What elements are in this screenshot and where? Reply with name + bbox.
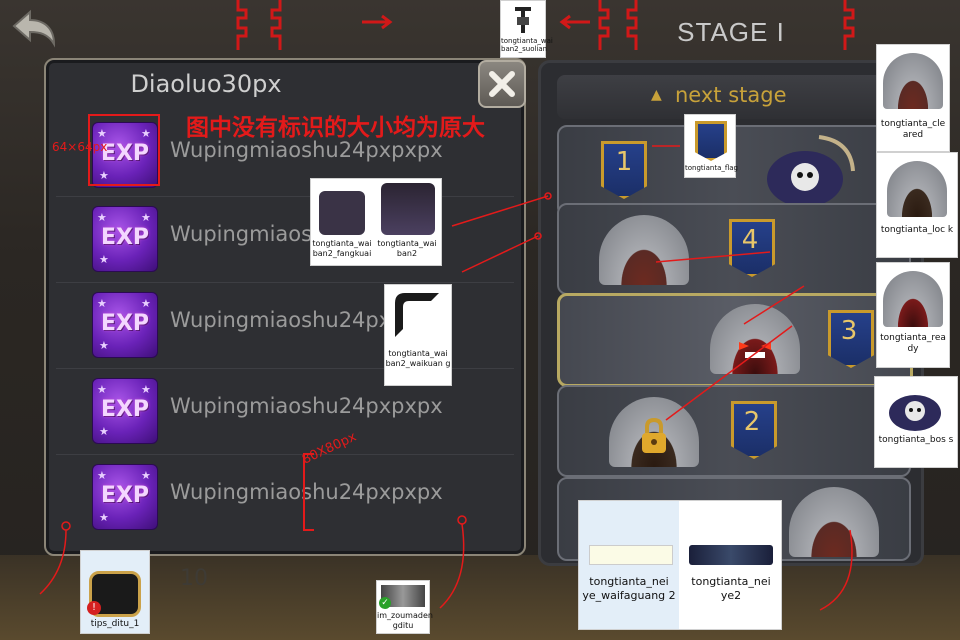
star-icon: ★ bbox=[99, 339, 109, 352]
exp-item-icon[interactable]: ★ ★ ★ EXP bbox=[92, 464, 158, 530]
exp-item-icon[interactable]: ★ ★ ★ EXP bbox=[92, 206, 158, 272]
asset-thumb-tips: ! tips_ditu_1 bbox=[80, 550, 150, 634]
chain-lock-icon bbox=[515, 7, 531, 33]
asset-label-waiban2: tongtianta_wai ban2 bbox=[377, 239, 437, 258]
asset-label-boss: tongtianta_bos s bbox=[878, 435, 954, 445]
stage-title: STAGE I bbox=[677, 17, 785, 47]
gate-cleared-icon bbox=[883, 53, 943, 109]
asset-label-flag: tongtianta_flag bbox=[685, 164, 738, 172]
annotation-note: 图中没有标识的大小均为原大 bbox=[186, 115, 485, 141]
next-stage-button[interactable]: ▲ next stage bbox=[557, 75, 897, 119]
exp-label: EXP bbox=[100, 311, 150, 336]
neiye2-swatch bbox=[689, 545, 773, 565]
star-icon: ★ bbox=[141, 211, 151, 224]
close-icon bbox=[489, 71, 515, 97]
asset-label-cleared: tongtianta_cle ared bbox=[880, 119, 946, 140]
asset-label-waifaguang: tongtianta_nei ye_waifaguang 2 bbox=[582, 575, 676, 602]
asset-label-lock: tongtianta_loc k bbox=[880, 225, 954, 235]
demon-face-icon bbox=[739, 342, 771, 358]
exp-item-icon[interactable]: ★ ★ ★ EXP bbox=[92, 292, 158, 358]
asset-label-suolian: tongtianta_wai ban2_suolian bbox=[501, 37, 553, 53]
asset-thumb-zoumaden: ✓ im_zoumaden gditu bbox=[376, 580, 433, 634]
stage-number: 1 bbox=[615, 147, 633, 177]
asset-thumb-cleared: tongtianta_cle ared bbox=[876, 44, 950, 152]
exp-item-icon[interactable]: ★ ★ ★ EXP bbox=[92, 378, 158, 444]
gate-cleared-icon bbox=[789, 487, 879, 557]
asset-label-zoumaden: im_zoumaden gditu bbox=[377, 611, 433, 630]
star-icon: ★ bbox=[97, 469, 107, 482]
stage-card-2[interactable]: 2 bbox=[557, 385, 911, 477]
star-icon: ★ bbox=[97, 297, 107, 310]
warning-icon: ! bbox=[87, 601, 101, 615]
asset-thumb-ready: tongtianta_rea dy bbox=[876, 262, 950, 368]
exp-label: EXP bbox=[100, 225, 150, 250]
stage-card-3[interactable]: 3 bbox=[557, 293, 913, 387]
fangkuai-swatch bbox=[319, 191, 365, 235]
stage-number: 2 bbox=[743, 407, 761, 437]
asset-thumb-boss: tongtianta_bos s bbox=[874, 376, 958, 468]
glow-swatch bbox=[589, 545, 673, 565]
chain-annotation-marks bbox=[236, 0, 855, 50]
star-icon: ★ bbox=[141, 383, 151, 396]
exp-label: EXP bbox=[100, 397, 150, 422]
flag-swatch bbox=[695, 121, 727, 161]
back-button[interactable] bbox=[8, 6, 58, 50]
drop-panel-title: Diaoluo30px bbox=[130, 70, 282, 98]
size-annotation-icon: 64×64px bbox=[52, 140, 108, 154]
drop-row: ★ ★ ★ EXP Wupingmiaoshu24pxpxpx bbox=[46, 454, 524, 540]
star-icon: ★ bbox=[99, 511, 109, 524]
next-stage-label: next stage bbox=[675, 83, 787, 107]
check-icon: ✓ bbox=[379, 597, 391, 609]
star-icon: ★ bbox=[99, 253, 109, 266]
star-icon: ★ bbox=[141, 469, 151, 482]
frame-corner-icon bbox=[395, 293, 439, 337]
back-arrow-icon bbox=[12, 9, 56, 48]
asset-thumb-suolian: tongtianta_wai ban2_suolian bbox=[500, 0, 553, 58]
asset-thumb-glow: tongtianta_nei ye_waifaguang 2 tongtiant… bbox=[578, 500, 782, 630]
drop-row: ★ ★ ★ EXP Wupingmiaoshu24pxpxpx bbox=[46, 196, 524, 282]
glow-swatch-panel bbox=[579, 501, 679, 629]
asset-thumb-flag: tongtianta_flag bbox=[684, 114, 738, 178]
asset-label-ready: tongtianta_rea dy bbox=[880, 333, 946, 354]
drop-row: ★ ★ ★ EXP Wupingmiaoshu24pxpxpx bbox=[46, 282, 524, 368]
star-icon: ★ bbox=[97, 211, 107, 224]
asset-thumb-frame-corner: tongtianta_wai ban2_waikuan g bbox=[384, 284, 452, 386]
gate-locked-icon bbox=[887, 161, 947, 217]
stage-number: 3 bbox=[840, 316, 858, 346]
asset-label-tips: tips_ditu_1 bbox=[90, 619, 140, 629]
waiban2-swatch bbox=[381, 183, 435, 235]
gate-ready-icon bbox=[883, 271, 943, 327]
stage-number: 4 bbox=[741, 225, 759, 255]
star-icon: ★ bbox=[141, 297, 151, 310]
asset-label-neiye2: tongtianta_nei ye2 bbox=[691, 575, 771, 602]
boss-reaper-icon bbox=[889, 395, 941, 431]
chevron-up-icon: ▲ bbox=[651, 87, 662, 103]
asset-label-fangkuai: tongtianta_wai ban2_fangkuai bbox=[312, 239, 372, 258]
item-description: Wupingmiaoshu24pxpxpx bbox=[170, 394, 443, 418]
boss-reaper-icon bbox=[767, 135, 855, 207]
counter-label: 10 bbox=[180, 566, 208, 591]
asset-thumb-panel-bg: tongtianta_wai ban2_fangkuai tongtianta_… bbox=[310, 178, 442, 266]
star-icon: ★ bbox=[99, 425, 109, 438]
drop-row: ★ ★ ★ EXP Wupingmiaoshu24pxpxpx bbox=[46, 368, 524, 454]
asset-thumb-lock: tongtianta_loc k bbox=[876, 152, 958, 258]
exp-label: EXP bbox=[100, 483, 150, 508]
stage-card-4[interactable]: 4 bbox=[557, 203, 911, 295]
star-icon: ★ bbox=[97, 383, 107, 396]
gate-cleared-icon bbox=[599, 215, 689, 285]
asset-label-waikuang: tongtianta_wai ban2_waikuan g bbox=[385, 349, 451, 368]
close-button[interactable] bbox=[478, 60, 526, 108]
padlock-icon bbox=[642, 417, 666, 453]
